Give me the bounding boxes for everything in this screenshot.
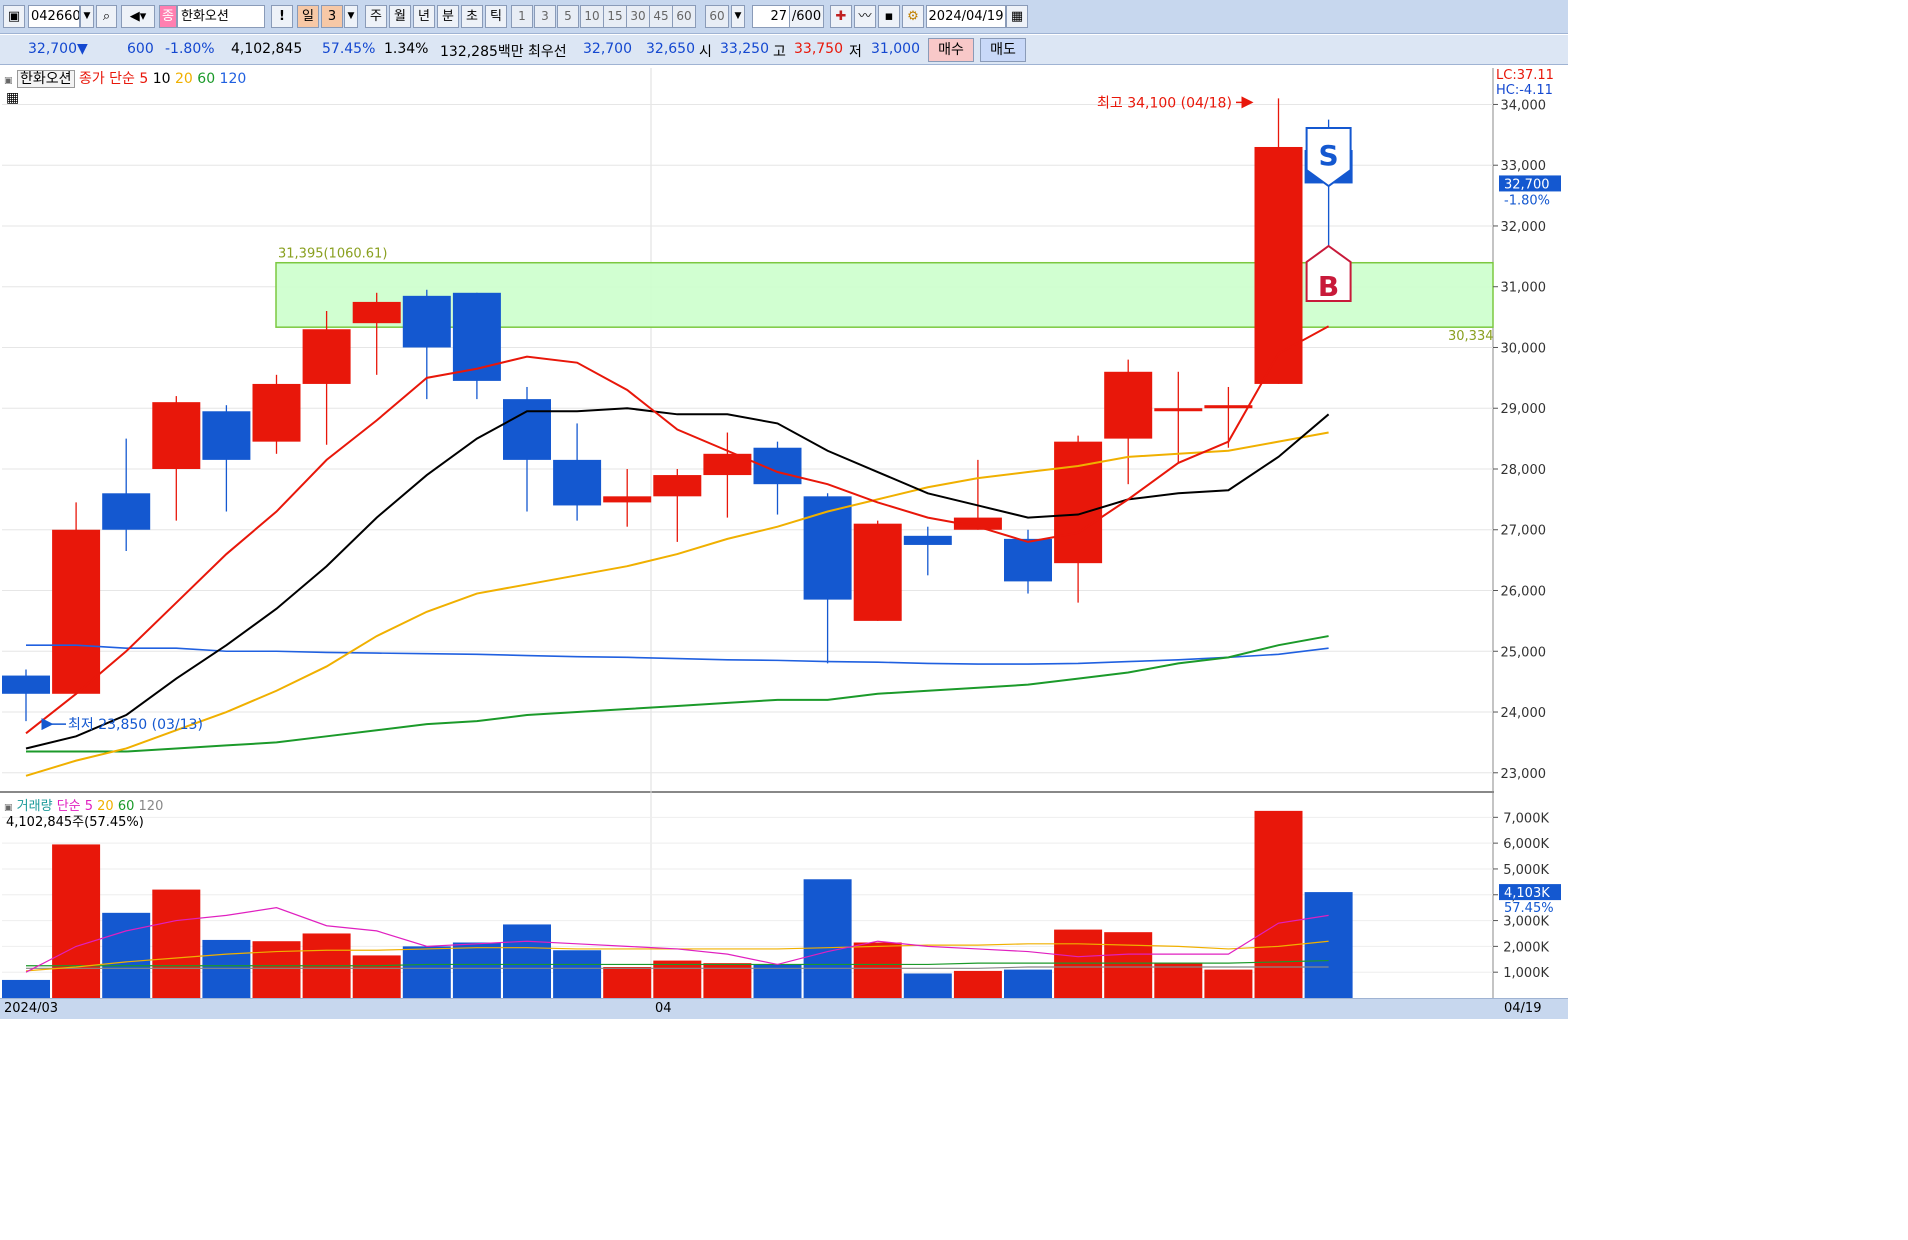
volume-bar[interactable] [52,844,101,998]
candle-body[interactable] [202,411,251,460]
volume-bar[interactable] [1204,969,1253,998]
candle-body[interactable] [553,459,602,506]
volume-bar[interactable] [803,879,852,998]
box-top-label: 31,395(1060.61) [278,247,387,262]
legend-ma-60: 60 [192,71,216,87]
candle-body[interactable] [1154,408,1203,412]
volume-badge-pct: 57.45% [1504,901,1554,916]
price-tick-label: 32,000 [1501,220,1547,235]
volume-bar[interactable] [102,912,151,998]
buy-signal-text[interactable]: B [1318,270,1339,303]
price-tick-label: 31,000 [1501,281,1547,296]
volume-bar[interactable] [252,941,301,998]
candle-body[interactable] [402,295,451,348]
price-legend: ▣ 한화오션 종가 단순 5 10 20 60 120 [4,68,246,88]
candle-body[interactable] [1054,441,1103,564]
volume-bar[interactable] [1304,892,1353,998]
candle-body[interactable] [503,399,551,460]
candle-body[interactable] [1104,371,1153,439]
candle-body[interactable] [853,523,902,621]
candle-body[interactable] [152,402,201,469]
price-badge-pct: -1.80% [1504,193,1550,208]
volume-bar[interactable] [1104,932,1153,998]
volume-bar[interactable] [853,942,902,998]
candle-body[interactable] [302,329,351,384]
volume-bar[interactable] [653,960,702,998]
volume-bar[interactable] [1054,929,1103,998]
sell-signal-text[interactable]: S [1319,139,1339,172]
volume-bar[interactable] [953,970,1002,998]
candle-body[interactable] [52,529,101,694]
price-tick-label: 28,000 [1501,463,1547,478]
candle-body[interactable] [653,475,702,497]
price-tick-label: 34,000 [1501,98,1547,113]
volume-bar[interactable] [753,964,802,998]
volume-bar[interactable] [202,939,251,998]
date-start: 2024/03 [4,1001,59,1016]
box-bottom-label: 30,334 [1448,329,1494,344]
legend-ma-10: 10 [148,71,171,87]
legend-stock-name[interactable]: 한화오션 [16,70,75,88]
date-end: 04/19 [1504,1001,1542,1016]
candle-body[interactable] [102,493,151,530]
volume-bar[interactable] [1254,810,1303,998]
volume-tick-label: 2,000K [1503,940,1549,955]
volume-bar[interactable] [152,889,201,998]
price-tick-label: 26,000 [1501,585,1547,600]
price-volume-chart[interactable]: 34,000 33,000 32,000 31,000 30,000 29,000 28,0… [0,0,1568,1019]
price-tick-label: 27,000 [1501,524,1547,539]
volume-tick-label: 7,000K [1503,811,1549,826]
candle-body[interactable] [903,535,952,545]
price-tick-label: 30,000 [1501,341,1547,356]
table-toggle-icon[interactable]: ▦ [6,90,19,106]
price-tick-label: 25,000 [1501,645,1547,660]
candle-body[interactable] [452,292,501,381]
hc-label: HC:-4.11 [1496,83,1553,98]
date-mid: 04 [655,1001,672,1016]
price-tick-label: 33,000 [1501,159,1547,174]
volume-bar[interactable] [352,955,401,998]
volume-bar[interactable] [903,973,952,998]
price-tick-label: 24,000 [1501,706,1547,721]
candle-body[interactable] [252,383,301,442]
legend-ma-20: 20 [170,71,193,87]
volume-bar[interactable] [2,979,50,998]
high-marker-text: 최고 34,100 (04/18) [1097,95,1232,111]
volume-tick-label: 1,000K [1503,966,1549,981]
candle-body[interactable] [1254,146,1303,384]
low-marker-text: 최저 23,850 (03/13) [68,717,203,733]
volume-bar[interactable] [1154,963,1203,998]
volume-bar[interactable] [1004,969,1052,998]
candle-body[interactable] [2,675,50,694]
volume-bar[interactable] [553,950,602,998]
volume-tick-label: 5,000K [1503,863,1549,878]
candle-body[interactable] [352,301,401,324]
volume-tick-label: 3,000K [1503,915,1549,930]
volume-badge-text: 4,103K [1504,886,1550,901]
date-axis-bar: 2024/03 04 04/19 [0,998,1568,1019]
price-tick-label: 23,000 [1501,767,1547,782]
volume-bar[interactable] [402,946,451,998]
price-tick-label: 29,000 [1501,402,1547,417]
volume-bar[interactable] [503,924,551,998]
legend-ma-120: 120 [215,71,247,87]
volume-summary: 4,102,845주(57.45%) [6,815,144,830]
candle-body[interactable] [1204,405,1253,409]
legend-toggle-icon[interactable]: ▣ [4,76,13,86]
candle-body[interactable] [1004,538,1052,582]
volume-tick-label: 6,000K [1503,837,1549,852]
price-badge-text: 32,700 [1504,177,1550,192]
volume-bar[interactable] [452,942,501,998]
legend-ma-periods: 5 10 20 60 120 [139,71,246,87]
lc-label: LC:37.11 [1496,68,1554,83]
candle-body[interactable] [603,496,652,503]
legend-close-label: 종가 단순 [78,71,135,87]
volume-bar[interactable] [603,967,652,998]
lc-hc-labels: LC:37.11 HC:-4.11 [1496,68,1554,98]
legend-ma-5: 5 [139,71,149,87]
